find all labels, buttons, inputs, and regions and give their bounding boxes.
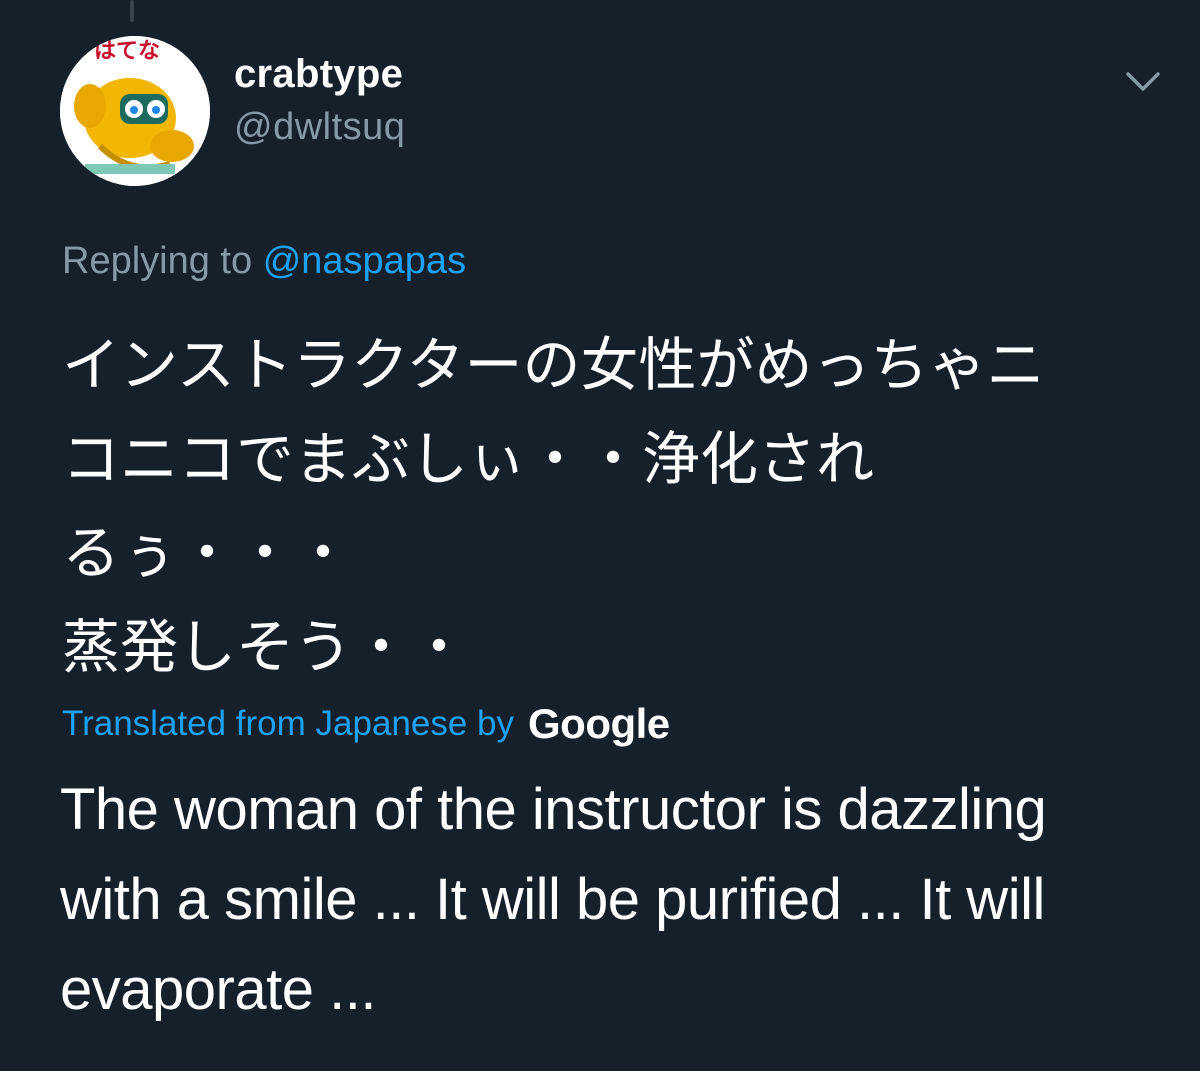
translated-text-line: evaporate ... [60, 957, 376, 1022]
thread-connector-line [130, 0, 134, 22]
tweet-text-line: コニコでまぶしぃ・・浄化され [62, 425, 875, 493]
tweet-text-line: るぅ・・・ [62, 519, 353, 587]
avatar[interactable]: はてな [60, 36, 210, 186]
chevron-down-icon[interactable] [1124, 68, 1162, 96]
replying-to-label: Replying to [62, 240, 253, 282]
translated-from-link[interactable]: Translated from Japanese by [62, 704, 514, 744]
author-handle[interactable]: @dwltsuq [234, 106, 405, 149]
tweet-text-translated: The woman of the instructor is dazzling … [60, 765, 1160, 1035]
translated-text-line: with a smile ... It will be purified ...… [60, 867, 1045, 932]
google-logo: Google [528, 700, 670, 747]
tweet-text-original: インストラクターの女性がめっちゃニ コニコでまぶしぃ・・浄化され るぅ・・・ 蒸… [62, 318, 1172, 694]
avatar-logo-text: はてな [94, 39, 160, 64]
replying-to: Replying to @naspapas [62, 240, 466, 283]
tweet-text-line: インストラクターの女性がめっちゃニ [62, 331, 1045, 399]
author-display-name[interactable]: crabtype [234, 52, 403, 97]
tweet-text-line: 蒸発しそう・・ [62, 613, 469, 681]
translation-attribution: Translated from Japanese by Google [62, 700, 670, 748]
crab-mascot-icon: はてな [60, 36, 210, 186]
reply-mention-link[interactable]: @naspapas [263, 240, 466, 282]
translated-text-line: The woman of the instructor is dazzling [60, 777, 1047, 842]
